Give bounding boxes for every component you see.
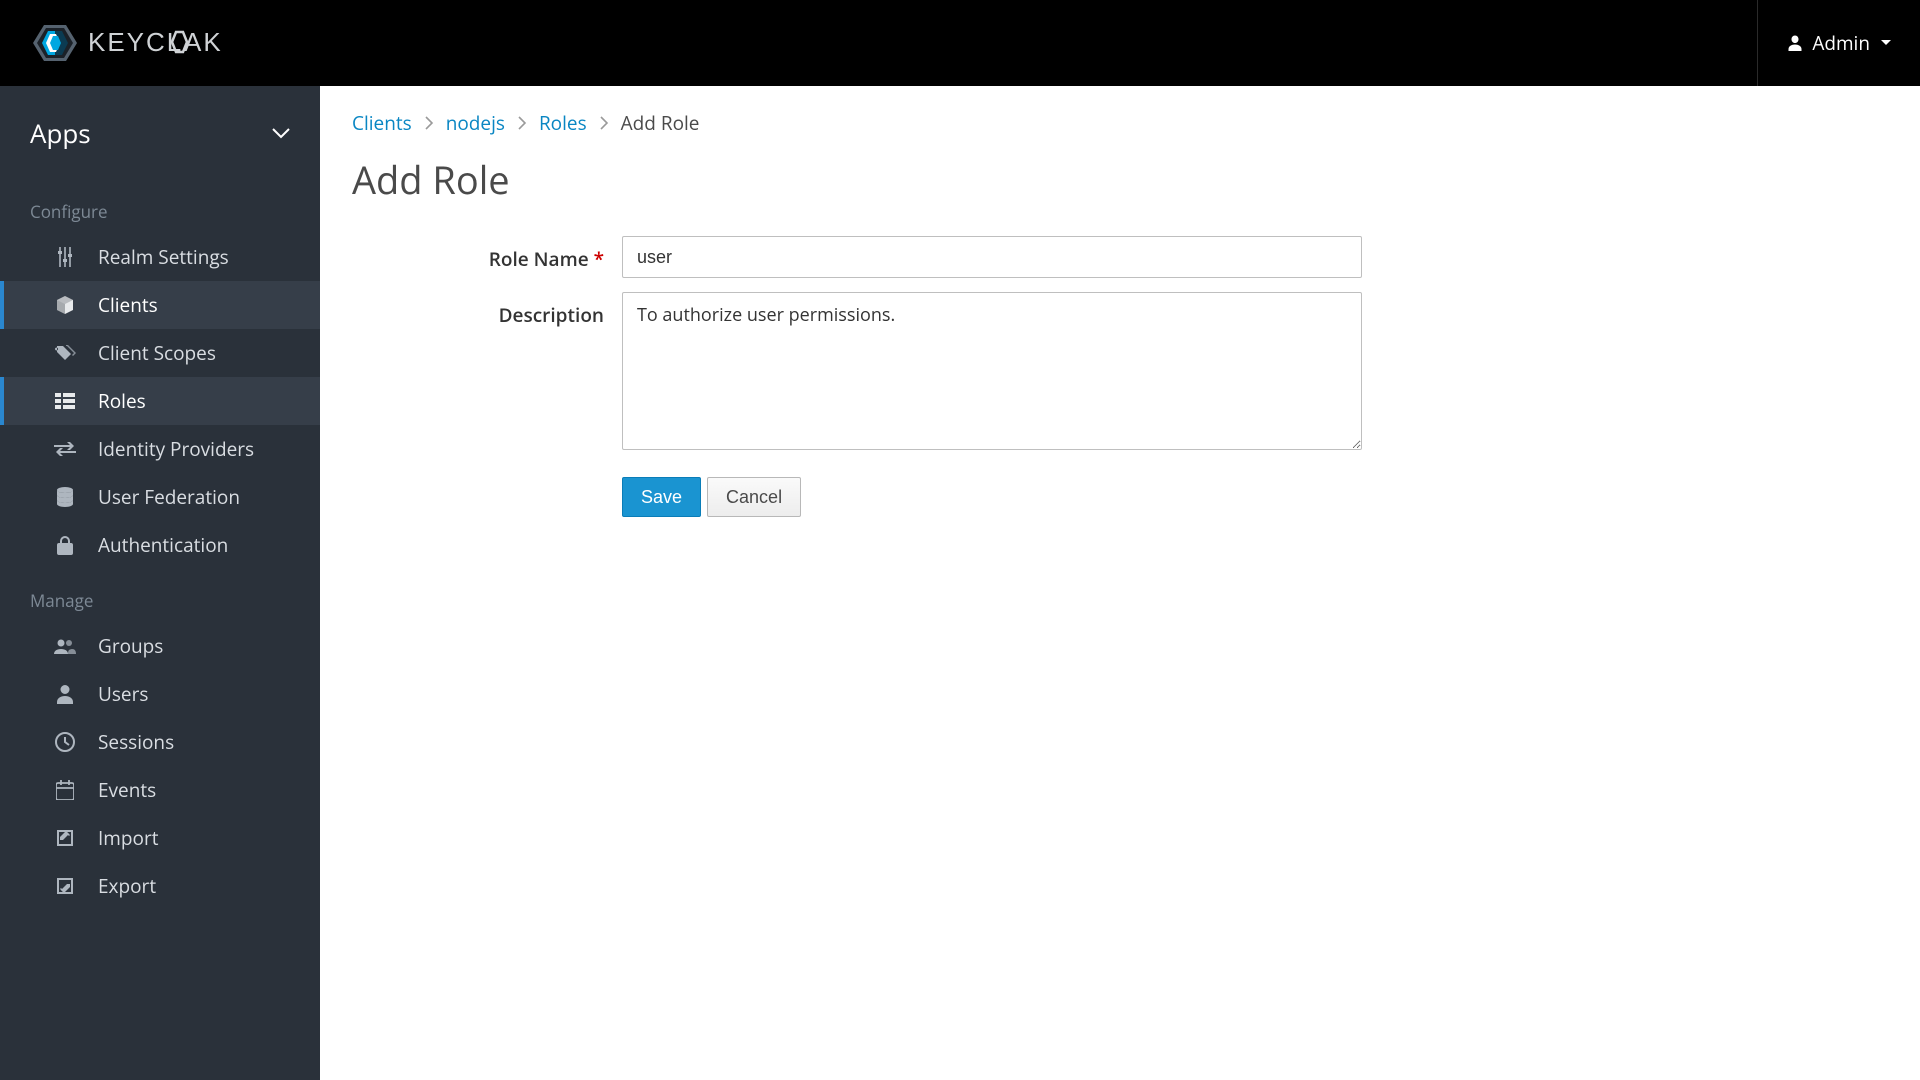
sidebar-item-user-federation[interactable]: User Federation [0, 473, 320, 521]
breadcrumb-link-clients[interactable]: Clients [352, 110, 412, 136]
sidebar-item-realm-settings[interactable]: Realm Settings [0, 233, 320, 281]
tags-icon [54, 344, 76, 362]
sidebar-item-identity-providers[interactable]: Identity Providers [0, 425, 320, 473]
sidebar-item-label: Realm Settings [98, 244, 229, 270]
calendar-icon [54, 780, 76, 800]
description-textarea[interactable] [622, 292, 1362, 450]
group-icon [54, 638, 76, 654]
user-menu[interactable]: Admin [1788, 30, 1892, 56]
exchange-icon [54, 442, 76, 456]
page-title: Add Role [352, 154, 1888, 206]
chevron-right-icon [599, 116, 609, 130]
sidebar-item-groups[interactable]: Groups [0, 622, 320, 670]
sidebar-item-label: Groups [98, 633, 163, 659]
import-icon [54, 828, 76, 848]
realm-selector[interactable]: Apps [0, 86, 320, 180]
cancel-button[interactable]: Cancel [707, 477, 801, 517]
sidebar-item-label: Clients [98, 292, 158, 318]
required-star: * [594, 246, 604, 272]
sidebar-item-client-scopes[interactable]: Client Scopes [0, 329, 320, 377]
chevron-down-icon [272, 128, 290, 139]
keycloak-logo-icon: KEYCL AK [28, 21, 258, 65]
sliders-icon [54, 247, 76, 267]
sidebar-item-label: Authentication [98, 532, 228, 558]
sidebar-item-export[interactable]: Export [0, 862, 320, 910]
user-icon [1788, 35, 1802, 51]
brand-logo[interactable]: KEYCL AK [28, 21, 258, 65]
realm-name: Apps [30, 115, 91, 151]
role-name-input[interactable] [622, 236, 1362, 278]
save-button[interactable]: Save [622, 477, 701, 517]
sidebar-item-roles[interactable]: Roles [0, 377, 320, 425]
sidebar-item-label: Events [98, 777, 156, 803]
user-menu-label: Admin [1812, 30, 1870, 56]
sidebar-item-authentication[interactable]: Authentication [0, 521, 320, 569]
breadcrumb-link-client[interactable]: nodejs [446, 110, 505, 136]
chevron-right-icon [424, 116, 434, 130]
sidebar-item-label: Export [98, 873, 156, 899]
breadcrumb-current: Add Role [621, 110, 700, 136]
export-icon [54, 876, 76, 896]
description-label: Description [352, 292, 622, 455]
sidebar-item-events[interactable]: Events [0, 766, 320, 814]
sidebar-item-label: Identity Providers [98, 436, 254, 462]
sidebar: Apps Configure Realm Settings Clients Cl… [0, 86, 320, 1080]
chevron-down-icon [1880, 39, 1892, 47]
svg-text:KEYCL: KEYCL [88, 27, 183, 57]
sidebar-item-label: Users [98, 681, 148, 707]
sidebar-item-label: Import [98, 825, 159, 851]
role-name-label: Role Name * [352, 236, 622, 278]
section-label-manage: Manage [0, 569, 320, 622]
breadcrumb: Clients nodejs Roles Add Role [352, 110, 1888, 136]
lock-icon [54, 535, 76, 555]
sidebar-item-label: User Federation [98, 484, 240, 510]
breadcrumb-link-roles[interactable]: Roles [539, 110, 587, 136]
sidebar-item-label: Sessions [98, 729, 174, 755]
sidebar-item-clients[interactable]: Clients [0, 281, 320, 329]
topbar: KEYCL AK Admin [0, 0, 1920, 86]
clock-icon [54, 732, 76, 752]
content-area: Clients nodejs Roles Add Role Add Role R… [320, 86, 1920, 1080]
cube-icon [54, 295, 76, 315]
section-label-configure: Configure [0, 180, 320, 233]
database-icon [54, 487, 76, 507]
user-icon [54, 684, 76, 704]
chevron-right-icon [517, 116, 527, 130]
sidebar-item-sessions[interactable]: Sessions [0, 718, 320, 766]
sidebar-item-label: Roles [98, 388, 146, 414]
sidebar-item-users[interactable]: Users [0, 670, 320, 718]
list-icon [54, 393, 76, 409]
sidebar-item-label: Client Scopes [98, 340, 216, 366]
svg-text:AK: AK [184, 27, 223, 57]
sidebar-item-import[interactable]: Import [0, 814, 320, 862]
